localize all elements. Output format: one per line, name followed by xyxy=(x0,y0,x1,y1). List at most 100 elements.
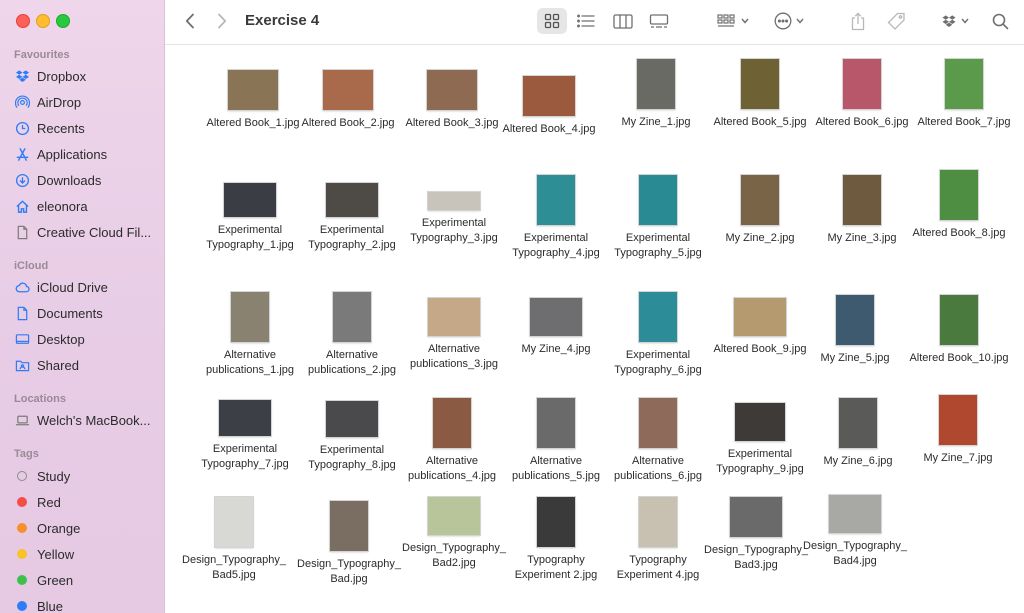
sidebar-section-icloud: iCloud xyxy=(14,260,49,272)
search-icon xyxy=(992,13,1009,30)
file-item[interactable]: My Zine_3.jpg xyxy=(808,175,916,246)
zoom-window-button[interactable] xyxy=(56,14,70,28)
file-item[interactable]: Experimental Typography_2.jpg xyxy=(298,183,406,253)
file-item[interactable]: Alternative publications_1.jpg xyxy=(196,292,304,378)
chevron-down-icon xyxy=(961,18,969,24)
close-window-button[interactable] xyxy=(16,14,30,28)
sidebar-item-downloads[interactable]: Downloads xyxy=(14,169,159,191)
sidebar-item-airdrop[interactable]: AirDrop xyxy=(14,91,159,113)
sidebar-item-creative-cloud[interactable]: Creative Cloud Fil... xyxy=(14,221,159,243)
sidebar-item-macbook[interactable]: Welch's MacBook... xyxy=(14,409,159,431)
dropbox-toolbar-button[interactable] xyxy=(937,8,973,34)
file-name: Experimental Typography_2.jpg xyxy=(308,224,396,251)
file-item[interactable]: Typography Experiment 4.jpg xyxy=(604,497,712,583)
file-item[interactable]: Experimental Typography_9.jpg xyxy=(706,403,814,477)
image-thumbnail xyxy=(730,497,782,537)
file-name: My Zine_6.jpg xyxy=(823,455,893,467)
sidebar-tag-red[interactable]: Red xyxy=(14,491,159,513)
file-item[interactable]: My Zine_1.jpg xyxy=(602,59,710,130)
file-name: Typography Experiment 2.jpg xyxy=(514,554,598,581)
group-by-button[interactable] xyxy=(713,8,753,34)
file-item[interactable]: Alternative publications_6.jpg xyxy=(604,398,712,484)
file-item[interactable]: Alternative publications_2.jpg xyxy=(298,292,406,378)
action-menu-button[interactable] xyxy=(769,8,809,34)
file-item[interactable]: Alternative publications_5.jpg xyxy=(502,398,610,484)
file-item[interactable]: Experimental Typography_5.jpg xyxy=(604,175,712,261)
file-item[interactable]: Altered Book_3.jpg xyxy=(398,70,506,131)
sidebar-item-home[interactable]: eleonora xyxy=(14,195,159,217)
sidebar-item-desktop[interactable]: Desktop xyxy=(14,328,159,350)
file-item[interactable]: Experimental Typography_1.jpg xyxy=(196,183,304,253)
file-item[interactable]: My Zine_6.jpg xyxy=(804,398,912,469)
sidebar-item-label: Shared xyxy=(37,357,79,373)
laptop-icon xyxy=(14,412,30,428)
file-item[interactable]: Altered Book_9.jpg xyxy=(706,298,814,357)
file-name: Typography Experiment 4.jpg xyxy=(616,554,700,581)
icon-view-button[interactable] xyxy=(537,8,567,34)
back-button[interactable] xyxy=(179,10,201,32)
document-icon xyxy=(14,305,30,321)
file-name: Design_Typography_Bad4.jpg xyxy=(803,540,907,567)
sidebar-item-documents[interactable]: Documents xyxy=(14,302,159,324)
file-name: Experimental Typography_4.jpg xyxy=(512,232,600,259)
file-item[interactable]: Design_Typography_Bad3.jpg xyxy=(702,497,810,573)
file-item[interactable]: Design_Typography_Bad4.jpg xyxy=(801,495,909,569)
file-name: My Zine_1.jpg xyxy=(621,116,691,128)
file-name: Alternative publications_5.jpg xyxy=(511,455,601,482)
file-name: Alternative publications_4.jpg xyxy=(407,455,497,482)
file-item[interactable]: My Zine_2.jpg xyxy=(706,175,814,246)
file-name: Altered Book_8.jpg xyxy=(912,227,1006,239)
file-item[interactable]: Altered Book_6.jpg xyxy=(808,59,916,130)
file-name: Altered Book_3.jpg xyxy=(405,117,499,129)
sidebar-tag-orange[interactable]: Orange xyxy=(14,517,159,539)
list-view-button[interactable] xyxy=(571,8,601,34)
column-view-button[interactable] xyxy=(608,8,638,34)
file-name: Experimental Typography_5.jpg xyxy=(614,232,702,259)
minimize-window-button[interactable] xyxy=(36,14,50,28)
share-button[interactable] xyxy=(845,8,871,34)
tags-button[interactable] xyxy=(883,8,909,34)
file-item[interactable]: Altered Book_8.jpg xyxy=(905,170,1013,241)
file-item[interactable]: Altered Book_1.jpg xyxy=(199,70,307,131)
sidebar-item-recents[interactable]: Recents xyxy=(14,117,159,139)
file-item[interactable]: My Zine_5.jpg xyxy=(801,295,909,366)
file-item[interactable]: Altered Book_7.jpg xyxy=(910,59,1018,130)
sidebar-tag-yellow[interactable]: Yellow xyxy=(14,543,159,565)
file-item[interactable]: Alternative publications_4.jpg xyxy=(398,398,506,484)
file-name: Experimental Typography_1.jpg xyxy=(206,224,294,251)
file-item[interactable]: Experimental Typography_8.jpg xyxy=(298,401,406,473)
sidebar-item-applications[interactable]: Applications xyxy=(14,143,159,165)
sidebar-item-icloud-drive[interactable]: iCloud Drive xyxy=(14,276,159,298)
gallery-view-button[interactable] xyxy=(644,8,674,34)
sidebar-tag-green[interactable]: Green xyxy=(14,569,159,591)
file-item[interactable]: Experimental Typography_4.jpg xyxy=(502,175,610,261)
file-item[interactable]: Typography Experiment 2.jpg xyxy=(502,497,610,583)
search-button[interactable] xyxy=(987,8,1013,34)
file-item[interactable]: Altered Book_10.jpg xyxy=(905,295,1013,366)
file-item[interactable]: Experimental Typography_6.jpg xyxy=(604,292,712,378)
file-item[interactable]: Altered Book_5.jpg xyxy=(706,59,814,130)
image-thumbnail xyxy=(215,497,253,547)
file-item[interactable]: Alternative publications_3.jpg xyxy=(400,298,508,372)
sidebar-item-shared[interactable]: Shared xyxy=(14,354,159,376)
forward-button[interactable] xyxy=(211,10,233,32)
file-name: Experimental Typography_7.jpg xyxy=(201,443,289,470)
file-item[interactable]: Design_Typography_Bad5.jpg xyxy=(181,497,287,583)
sidebar-tag-study[interactable]: Study xyxy=(14,465,159,487)
sidebar-item-dropbox[interactable]: Dropbox xyxy=(14,65,159,87)
file-item[interactable]: Experimental Typography_3.jpg xyxy=(400,192,508,246)
gallery-icon xyxy=(649,13,669,29)
file-item[interactable]: Experimental Typography_7.jpg xyxy=(191,400,299,472)
file-item[interactable]: Altered Book_4.jpg xyxy=(495,76,603,137)
file-item[interactable]: My Zine_7.jpg xyxy=(904,395,1012,466)
sidebar-item-label: Blue xyxy=(37,598,64,613)
window-title: Exercise 4 xyxy=(245,12,320,29)
file-item[interactable]: Design_Typography_Bad.jpg xyxy=(295,501,403,587)
file-item[interactable]: My Zine_4.jpg xyxy=(502,298,610,357)
sidebar-tag-blue[interactable]: Blue xyxy=(14,595,159,613)
file-name: Experimental Typography_9.jpg xyxy=(716,448,804,475)
share-icon xyxy=(850,11,866,31)
file-item[interactable]: Design_Typography_Bad2.jpg xyxy=(400,497,508,571)
file-name: Altered Book_5.jpg xyxy=(713,116,807,128)
file-item[interactable]: Altered Book_2.jpg xyxy=(294,70,402,131)
